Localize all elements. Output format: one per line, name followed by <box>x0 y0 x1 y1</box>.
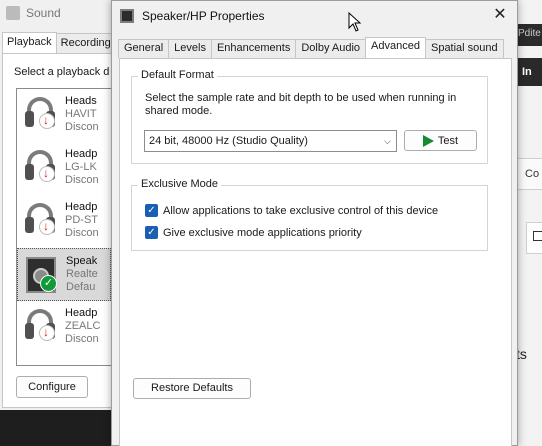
background-window: Pdite In Co ts <box>516 0 542 446</box>
tab-recording[interactable]: Recording <box>55 33 116 54</box>
properties-title: Speaker/HP Properties <box>142 9 265 23</box>
device-name: Speak <box>66 255 98 267</box>
background-tab-fragment: Pdite <box>516 24 542 46</box>
exclusive-priority-checkbox[interactable]: ✓ Give exclusive mode applications prior… <box>145 226 362 239</box>
headphones-icon <box>17 195 65 248</box>
device-description: Realte <box>66 268 98 280</box>
exclusive-priority-label: Give exclusive mode applications priorit… <box>163 226 362 239</box>
speaker-icon: ✓ <box>18 249 66 302</box>
tab-general[interactable]: General <box>118 39 170 58</box>
sound-app-icon <box>6 5 20 20</box>
expand-icon <box>533 231 542 241</box>
headphones-icon <box>17 142 65 195</box>
tab-advanced[interactable]: Advanced <box>365 37 426 58</box>
disconnected-icon <box>39 166 55 182</box>
default-format-label: Default Format <box>138 69 217 81</box>
sound-tabs: Playback Recording <box>2 32 116 54</box>
list-item[interactable]: Heads HAVIT Discon <box>17 89 111 142</box>
device-description: HAVIT <box>65 108 97 120</box>
device-name: Headp <box>65 201 98 213</box>
device-name: Headp <box>65 148 98 160</box>
close-button[interactable]: ✕ <box>487 3 513 27</box>
select-playback-label: Select a playback d <box>14 66 110 78</box>
tab-enhancements[interactable]: Enhancements <box>210 39 297 58</box>
device-name: Heads <box>65 95 97 107</box>
device-description: PD-ST <box>65 214 98 226</box>
checkbox-checked-icon: ✓ <box>145 226 158 239</box>
allow-exclusive-checkbox[interactable]: ✓ Allow applications to take exclusive c… <box>145 204 438 217</box>
exclusive-mode-label: Exclusive Mode <box>138 178 222 190</box>
mouse-cursor-icon <box>348 12 362 32</box>
tab-spatial-sound[interactable]: Spatial sound <box>424 39 504 58</box>
device-status: Discon <box>65 333 99 345</box>
device-description: LG-LK <box>65 161 97 173</box>
test-button[interactable]: Test <box>404 130 477 151</box>
disconnected-icon <box>39 219 55 235</box>
disconnected-icon <box>39 113 55 129</box>
disconnected-icon <box>39 325 55 341</box>
headphones-icon <box>17 301 65 354</box>
restore-defaults-button[interactable]: Restore Defaults <box>133 378 251 399</box>
list-item[interactable]: Headp ZEALC Discon <box>17 301 111 354</box>
desktop: { "background_app": { "fragment_top": "P… <box>0 0 542 446</box>
checkbox-checked-icon: ✓ <box>145 204 158 217</box>
device-status: Defau <box>66 281 96 293</box>
properties-tabs: General Levels Enhancements Dolby Audio … <box>118 37 504 60</box>
headphones-icon <box>17 89 65 142</box>
sound-dialog: Sound Playback Recording Select a playba… <box>0 0 116 410</box>
allow-exclusive-label: Allow applications to take exclusive con… <box>163 204 439 217</box>
list-item[interactable]: Headp PD-ST Discon <box>17 195 111 248</box>
device-list[interactable]: Heads HAVIT Discon Headp LG-LK Discon He <box>16 88 112 366</box>
device-status: Discon <box>65 121 99 133</box>
list-item-selected[interactable]: ✓ Speak Realte Defau <box>17 248 111 301</box>
configure-button[interactable]: Configure <box>16 376 88 398</box>
play-icon <box>422 134 434 147</box>
test-label: Test <box>437 134 459 147</box>
sound-title: Sound <box>26 5 61 20</box>
device-status: Discon <box>65 227 99 239</box>
background-panel-fragment: Co <box>516 158 542 190</box>
device-status: Discon <box>65 174 99 186</box>
background-label-fragment: In <box>516 58 542 86</box>
exclusive-mode-group: Exclusive Mode <box>131 178 488 251</box>
format-select-value: 24 bit, 48000 Hz (Studio Quality) <box>149 135 308 147</box>
tab-dolby-audio[interactable]: Dolby Audio <box>295 39 367 58</box>
list-item[interactable]: Headp LG-LK Discon <box>17 142 111 195</box>
default-format-description: Select the sample rate and bit depth to … <box>145 92 457 117</box>
background-expand-button[interactable] <box>526 222 542 254</box>
chevron-down-icon: ⌵ <box>384 136 391 146</box>
format-select[interactable]: 24 bit, 48000 Hz (Studio Quality) ⌵ <box>144 130 397 152</box>
properties-titlebar: Speaker/HP Properties <box>112 1 517 31</box>
tab-levels[interactable]: Levels <box>168 39 212 58</box>
device-name: Headp <box>65 307 98 319</box>
device-description: ZEALC <box>65 320 101 332</box>
tab-playback[interactable]: Playback <box>2 32 57 53</box>
default-check-icon: ✓ <box>40 275 57 292</box>
sound-titlebar: Sound <box>0 0 115 22</box>
speaker-app-icon <box>120 9 134 23</box>
